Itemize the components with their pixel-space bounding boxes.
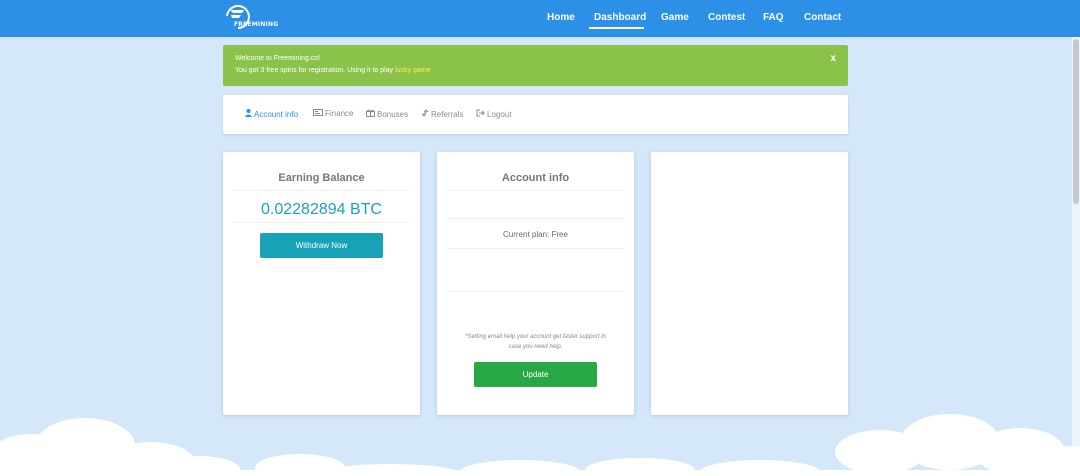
earning-balance-card: Earning Balance 0.02282894 BTC Withdraw … (223, 152, 420, 415)
divider (447, 248, 624, 249)
nav-game[interactable]: Game (661, 12, 689, 23)
nav-home[interactable]: Home (547, 12, 575, 23)
tab-finance[interactable]: Finance (313, 109, 353, 118)
tab-referrals[interactable]: Referrals (421, 109, 463, 119)
update-button[interactable]: Update (474, 362, 597, 387)
link-icon (421, 109, 429, 117)
clouds-decoration (0, 414, 1080, 476)
divider (233, 222, 410, 223)
divider (233, 190, 410, 191)
divider (447, 218, 624, 219)
close-alert-button[interactable]: x (830, 53, 836, 64)
sign-out-icon (476, 109, 485, 117)
nav-faq[interactable]: FAQ (763, 12, 784, 23)
alert-spins-prefix: You got 3 free spins for registration. U… (235, 67, 396, 74)
alert-welcome-text: Welcome to Freemining.co! (235, 55, 321, 62)
lucky-game-link[interactable]: lucky game (395, 67, 430, 74)
nav-contest[interactable]: Contest (708, 12, 745, 23)
tab-label: Referrals (431, 110, 464, 119)
card-icon (313, 109, 323, 116)
nav-contact[interactable]: Contact (804, 12, 841, 23)
active-nav-indicator (589, 27, 644, 29)
email-support-note: *Setting email help your account get fas… (447, 332, 624, 352)
user-icon (245, 109, 252, 117)
tab-logout[interactable]: Logout (476, 109, 511, 119)
scrollbar-thumb[interactable] (1073, 39, 1079, 204)
email-note-line-2: case you need help. (508, 344, 563, 350)
tab-label: Bonuses (377, 110, 409, 119)
empty-card (651, 152, 848, 415)
account-info-title: Account info (501, 172, 570, 184)
alert-spins-text: You got 3 free spins for registration. U… (235, 67, 430, 74)
welcome-alert: Welcome to Freemining.co! You got 3 free… (223, 45, 848, 86)
gift-icon (366, 109, 375, 117)
tab-bonuses[interactable]: Bonuses (366, 109, 408, 119)
nav-dashboard[interactable]: Dashboard (594, 12, 646, 23)
tab-label: Finance (325, 109, 354, 118)
divider (447, 291, 624, 292)
top-navbar: FREEMINING Home Dashboard Game Contest F… (0, 0, 1080, 37)
withdraw-now-button[interactable]: Withdraw Now (260, 233, 383, 258)
account-tabs: Account info Finance Bonuses Referrals L… (223, 95, 848, 134)
divider (447, 190, 624, 191)
earning-balance-title: Earning Balance (278, 172, 365, 184)
tab-label: Account info (254, 110, 299, 119)
tab-account-info[interactable]: Account info (245, 109, 298, 119)
tab-label: Logout (487, 110, 512, 119)
account-info-card: Account info Current plan: Free *Setting… (437, 152, 634, 415)
email-note-line-1: *Setting email help your account get fas… (465, 334, 606, 340)
btc-balance-value: 0.02282894 BTC (261, 201, 382, 218)
current-plan-text: Current plan: Free (503, 230, 568, 239)
